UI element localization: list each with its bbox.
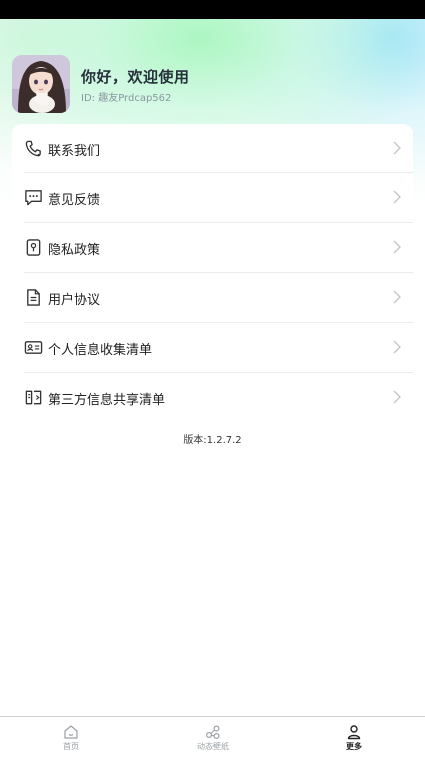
menu-item-user-agreement[interactable]: 用户协议 bbox=[12, 273, 413, 322]
menu-item-label: 联系我们 bbox=[48, 144, 101, 159]
menu-item-label: 第三方信息共享清单 bbox=[48, 393, 166, 408]
menu-item-label: 个人信息收集清单 bbox=[48, 343, 153, 358]
menu-item-feedback[interactable]: 意见反馈 bbox=[12, 173, 413, 222]
user-icon bbox=[347, 725, 361, 740]
chevron-right-icon bbox=[393, 340, 401, 354]
nav-tab-home[interactable]: 首页 bbox=[0, 717, 142, 758]
nav-tab-label: 首页 bbox=[63, 742, 79, 751]
nav-tab-more[interactable]: 更多 bbox=[283, 717, 425, 758]
app-version: 版本:1.2.7.2 bbox=[183, 435, 242, 446]
settings-menu: 联系我们 意见反馈 隐私政策 用户协议 个人信息收集清单 第三方信息共享清单 bbox=[12, 124, 413, 422]
phone-icon bbox=[25, 140, 41, 157]
chevron-right-icon bbox=[393, 290, 401, 304]
chat-bubble-icon bbox=[25, 190, 42, 206]
home-icon bbox=[64, 725, 78, 739]
chevron-right-icon bbox=[393, 141, 401, 155]
menu-item-third-party-share-list[interactable]: 第三方信息共享清单 bbox=[12, 373, 413, 422]
chevron-right-icon bbox=[393, 240, 401, 254]
chevron-right-icon bbox=[393, 390, 401, 404]
document-icon bbox=[27, 289, 40, 306]
menu-item-label: 用户协议 bbox=[48, 293, 101, 308]
nav-tab-live-wallpaper[interactable]: 动态壁纸 bbox=[142, 717, 284, 758]
status-bar bbox=[0, 0, 425, 19]
menu-item-contact-us[interactable]: 联系我们 bbox=[12, 124, 413, 173]
wallpaper-icon bbox=[205, 725, 220, 740]
menu-item-privacy-policy[interactable]: 隐私政策 bbox=[12, 223, 413, 272]
menu-item-label: 意见反馈 bbox=[48, 193, 101, 208]
nav-tab-label: 更多 bbox=[346, 742, 362, 751]
privacy-lock-icon bbox=[26, 239, 41, 256]
chevron-right-icon bbox=[393, 190, 401, 204]
id-card-icon bbox=[24, 341, 43, 354]
menu-item-personal-info-list[interactable]: 个人信息收集清单 bbox=[12, 323, 413, 372]
nav-tab-label: 动态壁纸 bbox=[197, 742, 229, 751]
user-id: ID: 趣友Prdcap562 bbox=[81, 93, 172, 104]
greeting-title: 你好，欢迎使用 bbox=[81, 68, 190, 86]
avatar[interactable] bbox=[12, 55, 70, 113]
share-list-icon bbox=[25, 390, 42, 405]
bottom-navigation: 首页 动态壁纸 更多 bbox=[0, 716, 425, 758]
avatar-image bbox=[12, 55, 70, 113]
menu-item-label: 隐私政策 bbox=[48, 243, 101, 258]
